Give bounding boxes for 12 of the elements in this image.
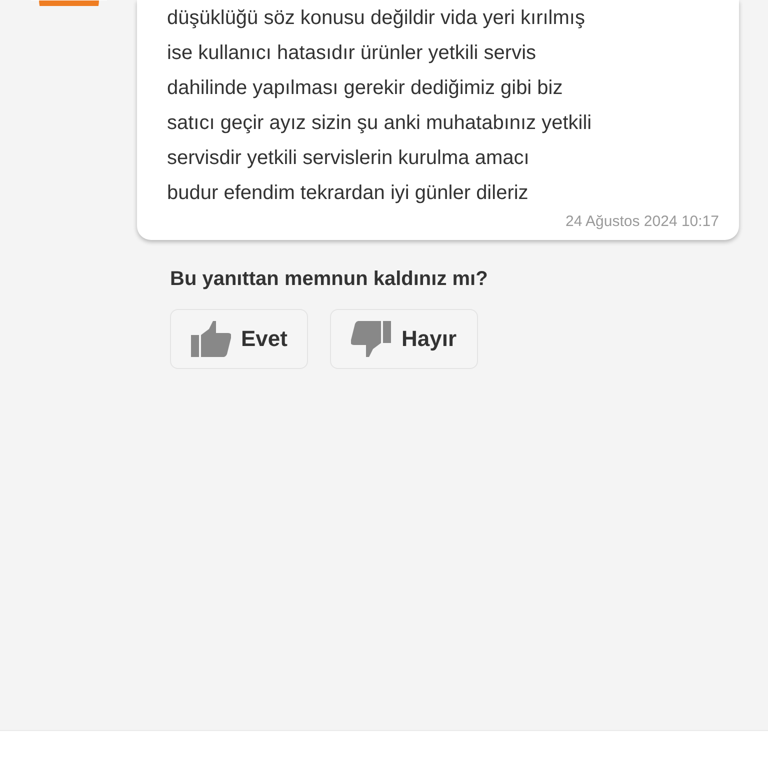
message-line: servisdir yetkili servislerin kurulma amacı	[167, 146, 530, 171]
yes-button[interactable]: Evet	[170, 309, 308, 369]
thumbs-up-icon	[191, 321, 231, 357]
thumbs-down-icon	[351, 321, 392, 357]
message-line: dahilinde yapılması gerekir dediğimiz gibi biz	[167, 76, 564, 101]
message-line: budur efendim tekrardan iyi günler dileriz	[167, 181, 530, 206]
message-line: ise kullanıcı hatasıdır ürünler yetkili servis	[167, 41, 538, 66]
message-line: düşüklüğü söz konusu değildir vida yeri kırılmış	[167, 6, 586, 31]
feedback-question: Bu yanıttan memnun kaldınız mı?	[170, 268, 489, 291]
message-line: satıcı geçir ayız sizin şu anki muhatabınız yetkili	[167, 111, 593, 136]
message-timestamp: 24 Ağustos 2024 10:17	[566, 213, 719, 230]
no-button[interactable]: Hayır	[330, 309, 478, 369]
